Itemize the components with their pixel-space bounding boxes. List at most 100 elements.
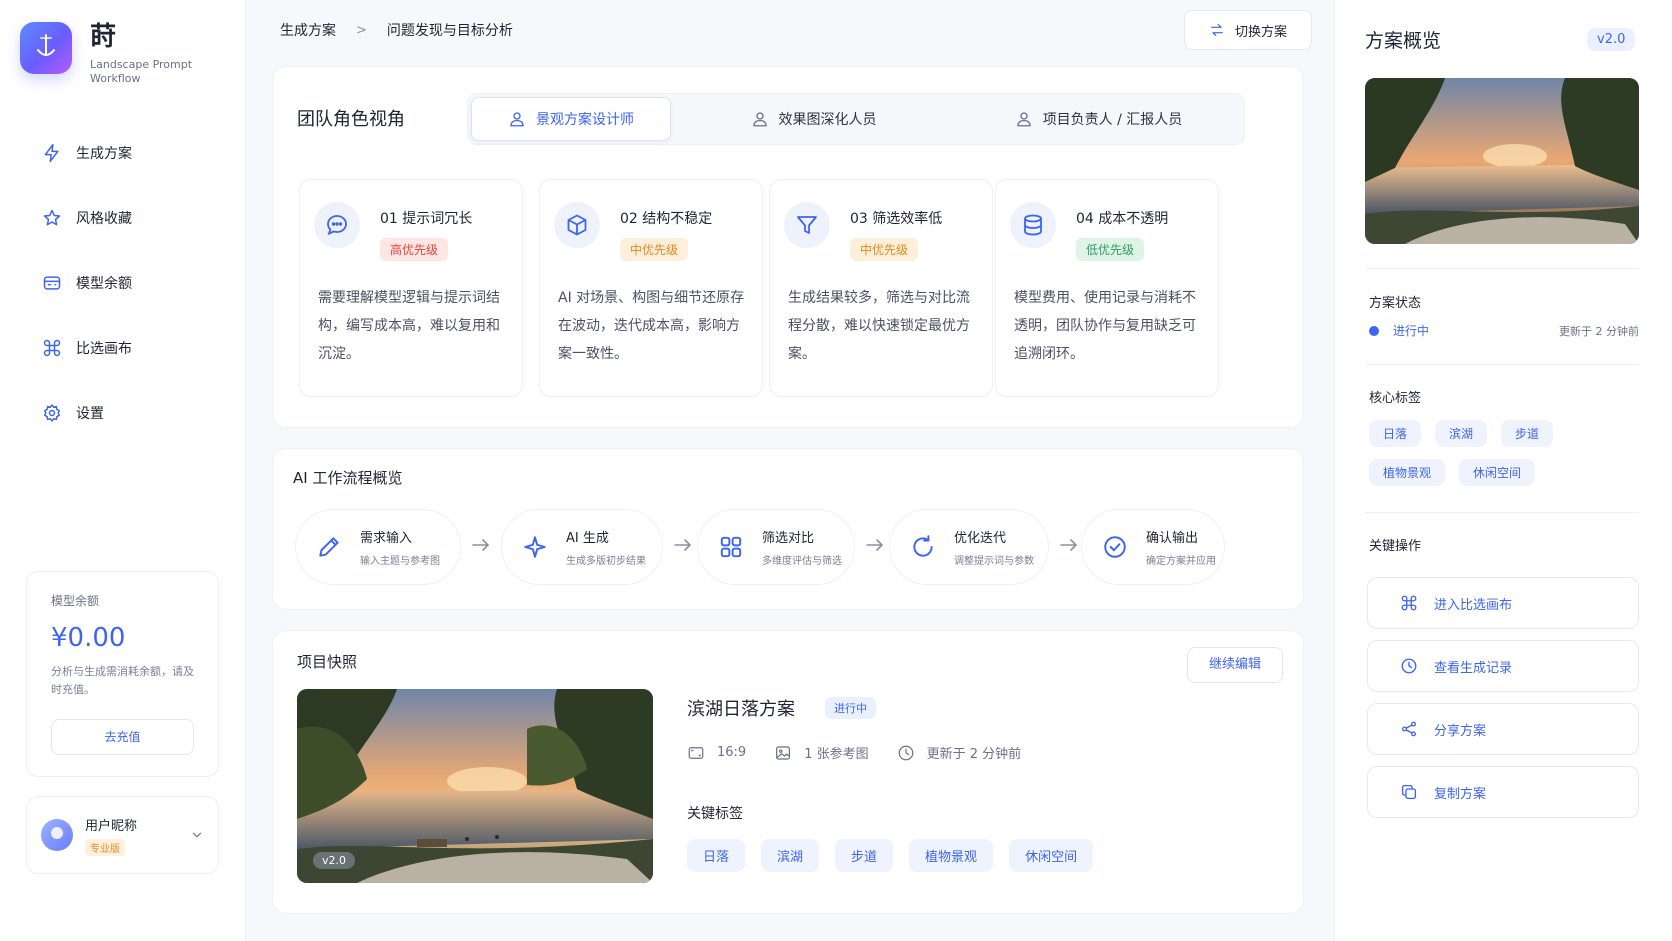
chevron-down-icon[interactable] — [190, 828, 204, 842]
brand-name: 莳 — [90, 22, 117, 52]
step-title: AI 生成 — [566, 531, 609, 546]
user-icon — [510, 112, 524, 127]
problem-description: 模型费用、使用记录与消耗不透明，团队协作与复用缺乏可追溯闭环。 — [1014, 290, 1196, 362]
workflow-step-iterate[interactable]: 优化迭代 调整提示词与参数 — [889, 509, 1049, 585]
tag-chip[interactable]: 植物景观 — [909, 839, 994, 872]
balance-card: 模型余额 ¥0.00 分析与生成需消耗余额，请及时充值。 去充值 — [26, 571, 219, 777]
brand: 莳 Landscape Prompt Workflow — [20, 22, 200, 86]
project-snapshot-card: 项目快照 继续编辑 v2.0 滨湖日落方案 进行中 16:9 1 张参考图 更新… — [272, 630, 1304, 914]
problem-title: 01 提示词冗长 — [380, 211, 473, 227]
snapshot-image[interactable]: v2.0 — [297, 689, 653, 883]
user-icon — [1017, 112, 1031, 127]
view-history-button[interactable]: 查看生成记录 — [1367, 640, 1639, 692]
gear-icon — [43, 403, 61, 423]
lightning-icon — [44, 143, 59, 163]
copy-plan-button[interactable]: 复制方案 — [1367, 766, 1639, 818]
workflow-step-compare[interactable]: 筛选对比 多维度评估与筛选 — [697, 509, 855, 585]
step-title: 需求输入 — [360, 531, 413, 546]
tab-designer[interactable]: 景观方案设计师 — [471, 97, 671, 141]
tag-chip[interactable]: 休闲空间 — [1459, 459, 1536, 486]
app: 莳 Landscape Prompt Workflow 生成方案 风格收藏 模型… — [0, 0, 1672, 941]
version-badge: v2.0 — [1587, 28, 1636, 51]
sidebar: 莳 Landscape Prompt Workflow 生成方案 风格收藏 模型… — [0, 0, 246, 941]
breadcrumb-root[interactable]: 生成方案 — [280, 20, 336, 40]
roles-title: 团队角色视角 — [297, 109, 405, 130]
meta-references: 1 张参考图 — [774, 743, 869, 762]
roles-card: 团队角色视角 景观方案设计师 效果图深化人员 项目负责人 / 汇报人员 01 提… — [272, 66, 1304, 428]
sidebar-item-balance[interactable]: 模型余额 — [0, 270, 246, 296]
snapshot-version-tag: v2.0 — [313, 852, 356, 869]
priority-badge: 中优先级 — [620, 238, 689, 261]
step-title: 筛选对比 — [762, 531, 815, 546]
grid-icon — [720, 536, 742, 558]
switch-plan-button[interactable]: 切换方案 — [1184, 10, 1312, 50]
problem-card: 03 筛选效率低 中优先级 生成结果较多，筛选与对比流程分散，难以快速锁定最优方… — [769, 179, 993, 397]
step-subtitle: 输入主题与参考图 — [360, 556, 440, 567]
problem-description: 生成结果较多，筛选与对比流程分散，难以快速锁定最优方案。 — [788, 290, 970, 362]
tag-chip[interactable]: 步道 — [835, 839, 894, 872]
workflow-step-generate[interactable]: AI 生成 生成多版初步结果 — [501, 509, 663, 585]
snapshot-tags-title: 关键标签 — [687, 806, 743, 822]
tag-chip[interactable]: 植物景观 — [1369, 459, 1446, 486]
problem-title: 03 筛选效率低 — [850, 211, 943, 227]
brand-subtitle: Landscape Prompt Workflow — [90, 58, 193, 85]
recharge-button[interactable]: 去充值 — [51, 719, 194, 755]
wallet-icon — [43, 276, 61, 290]
user-icon — [752, 112, 767, 127]
problem-title: 02 结构不稳定 — [620, 211, 713, 227]
updated-time: 更新于 2 分钟前 — [1559, 324, 1639, 338]
app-logo-icon — [20, 22, 72, 74]
sidebar-item-settings[interactable]: 设置 — [0, 400, 246, 426]
aspect-ratio-icon — [688, 746, 704, 759]
command-icon — [43, 339, 61, 357]
meta-updated: 更新于 2 分钟前 — [897, 743, 1021, 762]
divider — [1365, 364, 1639, 365]
open-canvas-button[interactable]: 进入比选画布 — [1367, 577, 1639, 629]
overview-image[interactable] — [1365, 78, 1639, 244]
continue-edit-button[interactable]: 继续编辑 — [1187, 647, 1283, 683]
tag-chip[interactable]: 日落 — [1369, 420, 1422, 447]
snapshot-tags: 日落 滨湖 步道 植物景观 休闲空间 — [687, 839, 1109, 872]
share-icon — [1401, 721, 1417, 737]
meta-ratio: 16:9 — [687, 744, 746, 762]
role-tabs: 景观方案设计师 效果图深化人员 项目负责人 / 汇报人员 — [467, 93, 1245, 145]
tag-chip[interactable]: 步道 — [1501, 420, 1554, 447]
sidebar-item-generate[interactable]: 生成方案 — [0, 140, 246, 166]
priority-badge: 低优先级 — [1076, 238, 1145, 261]
tag-chip[interactable]: 滨湖 — [761, 839, 820, 872]
tab-renderer[interactable]: 效果图深化人员 — [671, 97, 956, 141]
sidebar-item-favorites[interactable]: 风格收藏 — [0, 205, 246, 231]
plan-name: 滨湖日落方案 — [687, 699, 795, 720]
overview-panel: 方案概览 v2.0 方案状态 进行中 更新于 2 分钟前 核心标签 日落 滨湖 … — [1334, 0, 1672, 941]
snapshot-meta: 16:9 1 张参考图 更新于 2 分钟前 — [687, 743, 1049, 762]
arrow-right-icon — [866, 539, 884, 551]
cube-icon — [567, 214, 587, 236]
status-dot — [1369, 325, 1379, 336]
copy-icon — [1401, 784, 1417, 800]
tab-project-lead[interactable]: 项目负责人 / 汇报人员 — [956, 97, 1241, 141]
avatar — [41, 819, 73, 851]
user-name: 用户昵称 — [85, 818, 138, 834]
star-icon — [43, 209, 61, 226]
filter-icon — [797, 216, 817, 234]
share-plan-button[interactable]: 分享方案 — [1367, 703, 1639, 755]
core-tags-title: 核心标签 — [1369, 391, 1422, 406]
tab-label: 项目负责人 / 汇报人员 — [1042, 112, 1183, 128]
workflow-step-confirm[interactable]: 确认输出 确定方案并应用 — [1081, 509, 1225, 585]
check-circle-icon — [1104, 536, 1126, 558]
overview-title: 方案概览 — [1365, 30, 1442, 52]
breadcrumb-current: 问题发现与目标分析 — [386, 23, 513, 39]
status-badge: 进行中 — [825, 697, 876, 719]
sidebar-item-canvas[interactable]: 比选画布 — [0, 335, 246, 361]
tag-chip[interactable]: 滨湖 — [1435, 420, 1488, 447]
tag-chip[interactable]: 休闲空间 — [1009, 839, 1094, 872]
priority-badge: 中优先级 — [850, 238, 919, 261]
breadcrumb-separator: > — [356, 22, 367, 38]
tag-chip[interactable]: 日落 — [687, 839, 746, 872]
user-menu[interactable]: 用户昵称 专业版 — [26, 796, 219, 874]
status-section-title: 方案状态 — [1369, 296, 1422, 311]
image-icon — [776, 745, 791, 760]
workflow-step-input[interactable]: 需求输入输入主题与参考图 — [295, 509, 461, 585]
topbar: 生成方案 > 问题发现与目标分析 切换方案 — [278, 10, 1312, 50]
divider — [1365, 268, 1639, 269]
